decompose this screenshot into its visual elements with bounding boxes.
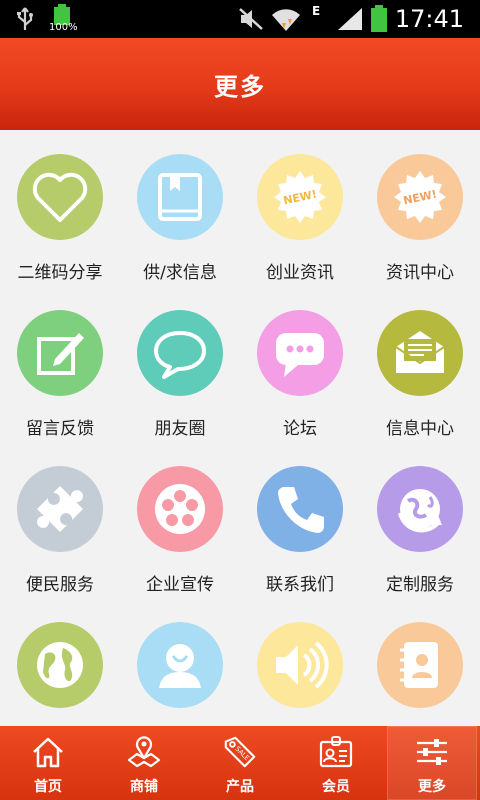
grid-item-info-center[interactable]: 信息中心 xyxy=(360,286,480,442)
globe-refresh-icon xyxy=(377,466,463,552)
user-icon xyxy=(137,622,223,708)
grid-item-label: 定制服务 xyxy=(386,575,454,595)
grid-item-supply-demand[interactable]: 供/求信息 xyxy=(120,130,240,286)
tab-label: 更多 xyxy=(418,779,446,795)
grid-item-news-center[interactable]: NEW! 资讯中心 xyxy=(360,130,480,286)
heart-icon xyxy=(17,154,103,240)
grid-item-label: 信息中心 xyxy=(386,419,454,439)
grid-item-label: 企业宣传 xyxy=(146,575,214,595)
contacts-book-icon xyxy=(377,622,463,708)
grid-item-label: 论坛 xyxy=(283,419,317,439)
puzzle-icon xyxy=(17,466,103,552)
new-badge-icon: NEW! xyxy=(257,154,343,240)
chat-bubble-icon xyxy=(137,310,223,396)
mail-icon xyxy=(377,310,463,396)
tab-label: 产品 xyxy=(226,779,254,795)
grid-item-company-promo[interactable]: 企业宣传 xyxy=(120,442,240,598)
grid-item-user[interactable] xyxy=(120,598,240,726)
new-badge-icon: NEW! xyxy=(377,154,463,240)
grid-item-feedback[interactable]: 留言反馈 xyxy=(0,286,120,442)
grid-item-moments[interactable]: 朋友圈 xyxy=(120,286,240,442)
grid-item-label: 创业资讯 xyxy=(266,263,334,283)
world-icon xyxy=(17,622,103,708)
svg-text:SALE: SALE xyxy=(233,745,251,763)
battery-icon xyxy=(369,0,389,38)
feature-grid: 二维码分享 供/求信息 NEW! 创业资讯 NEW! 资讯中心 留言反馈 朋友圈 xyxy=(0,130,480,726)
grid-item-label: 留言反馈 xyxy=(26,419,94,439)
id-card-icon xyxy=(318,732,354,772)
tab-label: 商铺 xyxy=(130,779,158,795)
grid-item-contact-us[interactable]: 联系我们 xyxy=(240,442,360,598)
grid-item-qr-share[interactable]: 二维码分享 xyxy=(0,130,120,286)
usb-icon xyxy=(14,0,36,38)
sliders-icon xyxy=(414,732,450,772)
tab-shops[interactable]: 商铺 xyxy=(96,726,192,800)
bottom-tab-bar: 首页 商铺 SALE 产品 会员 更多 xyxy=(0,726,480,800)
film-reel-icon xyxy=(137,466,223,552)
clock: 17:41 xyxy=(394,5,464,33)
grid-item-convenience-services[interactable]: 便民服务 xyxy=(0,442,120,598)
tab-more[interactable]: 更多 xyxy=(387,726,477,800)
grid-item-label: 便民服务 xyxy=(26,575,94,595)
grid-item-label: 二维码分享 xyxy=(17,263,103,283)
tab-label: 首页 xyxy=(34,779,62,795)
grid-item-startup-news[interactable]: NEW! 创业资讯 xyxy=(240,130,360,286)
wifi-icon xyxy=(270,0,302,38)
edit-icon xyxy=(17,310,103,396)
page-title: 更多 xyxy=(214,72,266,101)
tab-label: 会员 xyxy=(322,779,350,795)
mute-icon xyxy=(237,0,265,38)
network-type: E xyxy=(312,4,321,18)
grid-item-custom-services[interactable]: 定制服务 xyxy=(360,442,480,598)
tab-products[interactable]: SALE 产品 xyxy=(192,726,288,800)
map-pin-icon xyxy=(126,732,162,772)
status-bar: 100% E 17:41 xyxy=(0,0,480,38)
tab-home[interactable]: 首页 xyxy=(0,726,96,800)
grid-item-label: 联系我们 xyxy=(266,575,334,595)
grid-item-label: 资讯中心 xyxy=(386,263,454,283)
book-icon xyxy=(137,154,223,240)
tab-members[interactable]: 会员 xyxy=(288,726,384,800)
battery-percent: 100% xyxy=(49,21,78,33)
home-icon xyxy=(30,732,66,772)
grid-item-label: 朋友圈 xyxy=(154,419,206,439)
grid-item-world[interactable] xyxy=(0,598,120,726)
grid-item-label: 供/求信息 xyxy=(143,263,217,283)
message-dots-icon xyxy=(257,310,343,396)
page-header: 更多 xyxy=(0,38,480,130)
grid-item-contacts[interactable] xyxy=(360,598,480,726)
grid-item-sound[interactable] xyxy=(240,598,360,726)
signal-icon xyxy=(336,0,364,38)
sale-tag-icon: SALE xyxy=(222,732,258,772)
speaker-icon xyxy=(257,622,343,708)
grid-item-forum[interactable]: 论坛 xyxy=(240,286,360,442)
phone-icon xyxy=(257,466,343,552)
